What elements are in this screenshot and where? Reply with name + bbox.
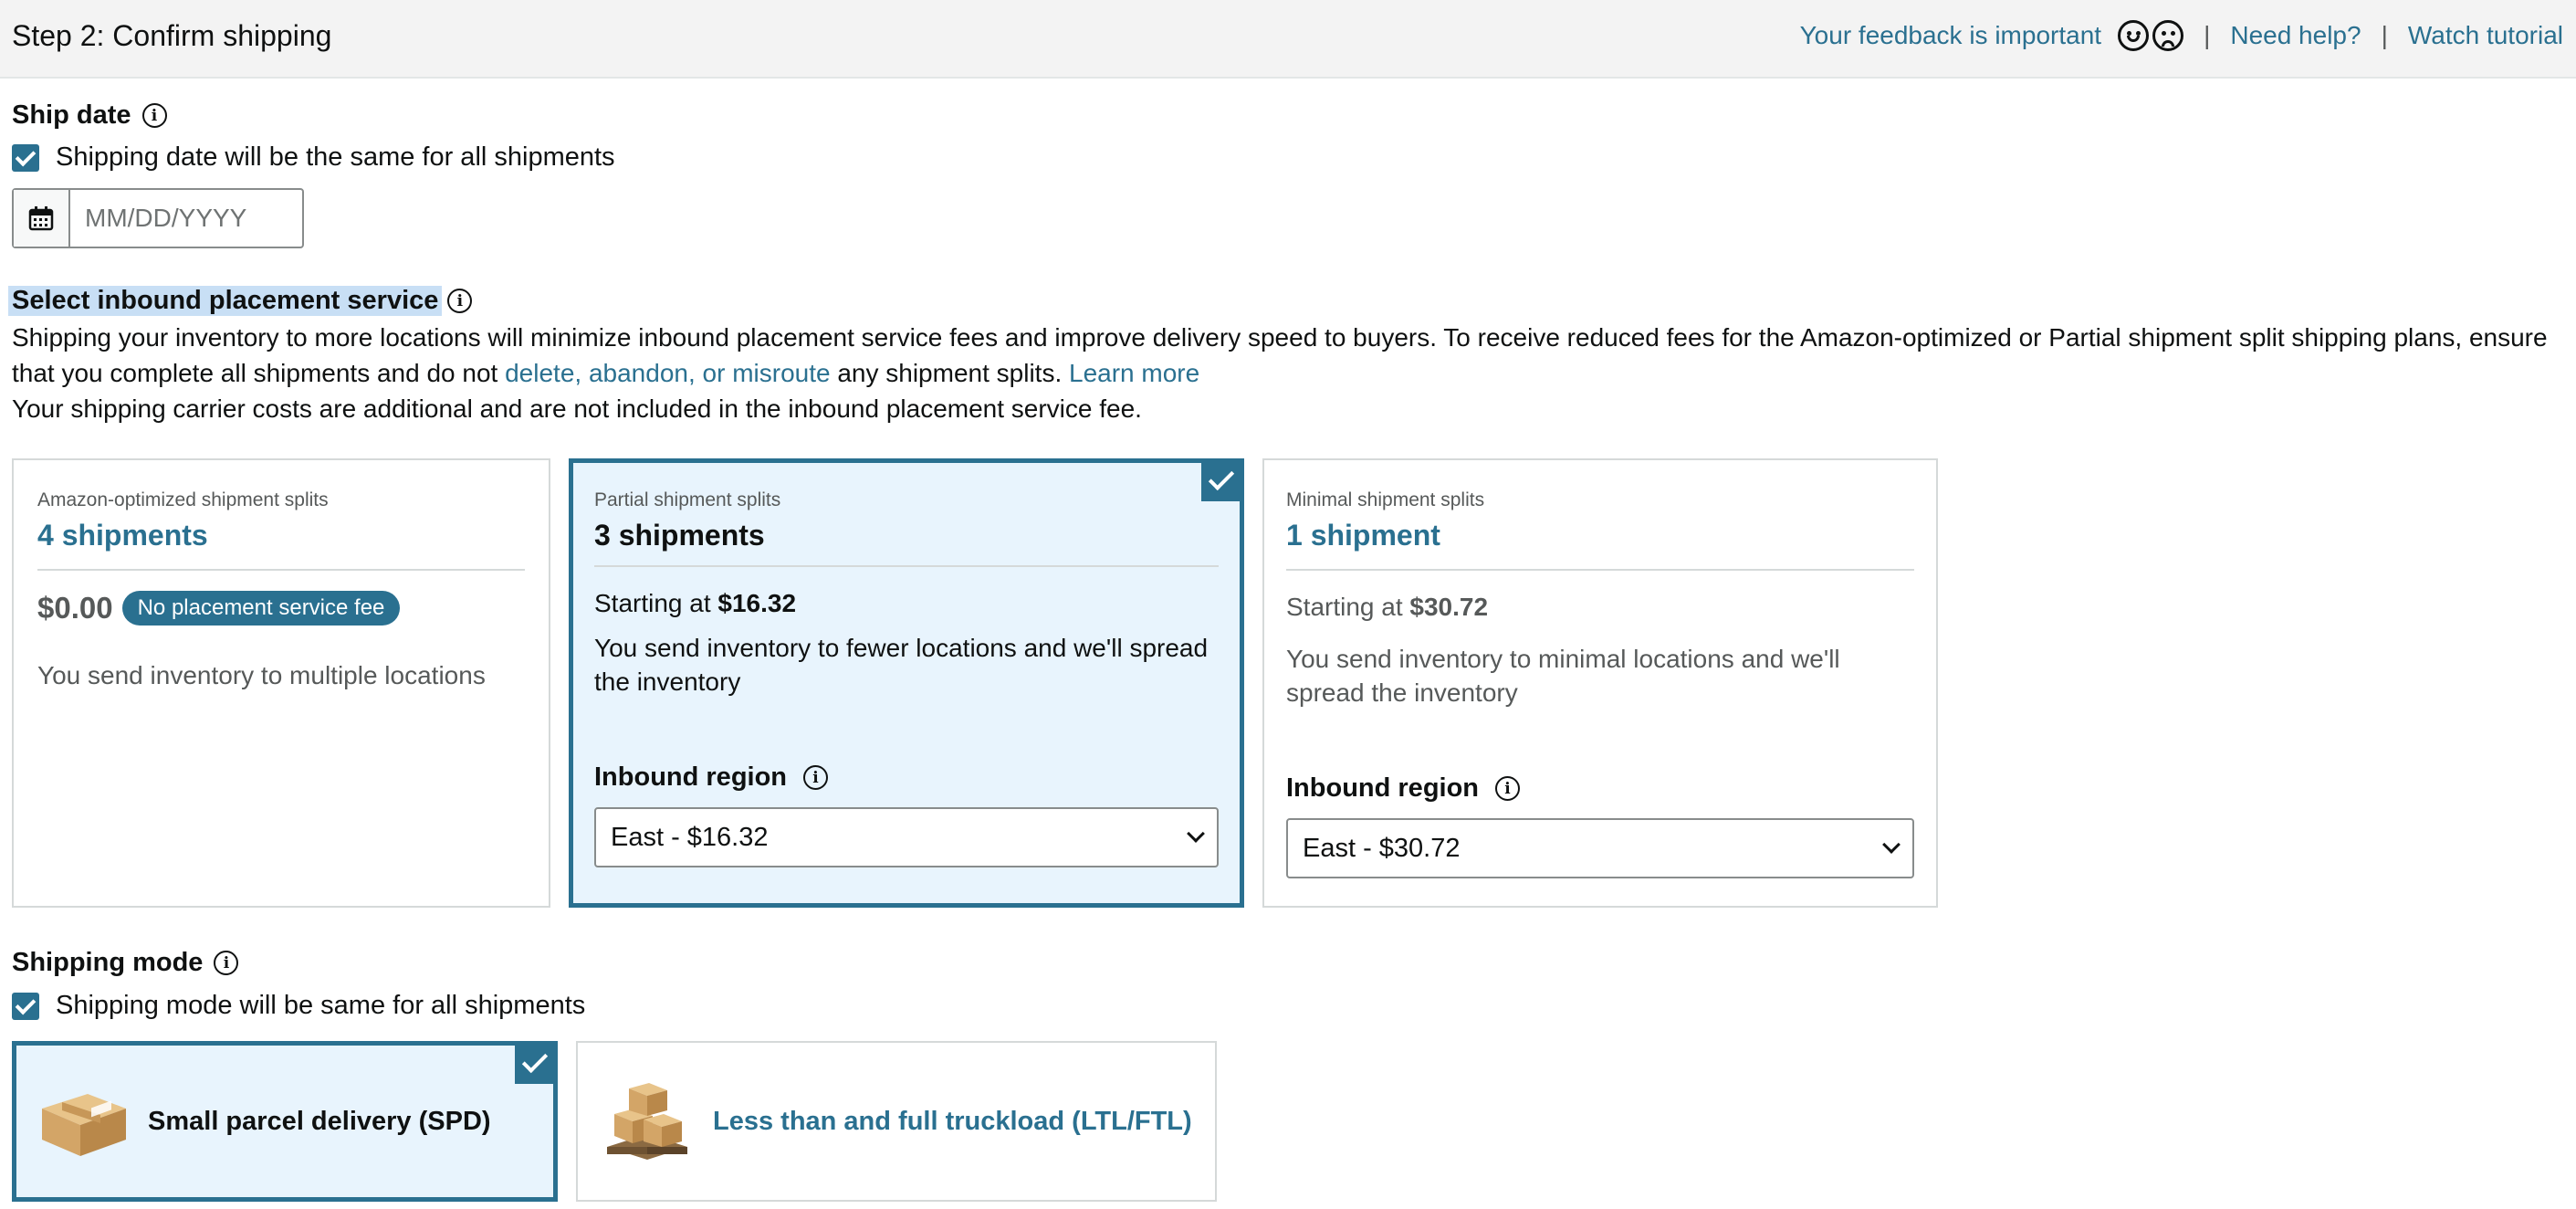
mode-card-ltl-ftl[interactable]: Less than and full truckload (LTL/FTL) xyxy=(576,1041,1217,1202)
inbound-region-heading: Inbound region i xyxy=(1286,773,1914,804)
card-shipment-count: 3 shipments xyxy=(594,519,1219,567)
card-description: You send inventory to multiple locations xyxy=(37,661,486,689)
card-subtitle: Minimal shipment splits xyxy=(1286,489,1485,510)
shipping-mode-label: Shipping mode xyxy=(12,948,204,977)
ship-date-heading: Ship date i xyxy=(12,100,167,131)
pallet-icon xyxy=(602,1074,693,1170)
card-shipment-count: 4 shipments xyxy=(37,519,525,571)
card-description: You send inventory to minimal locations … xyxy=(1286,645,1840,707)
checkbox-checked[interactable] xyxy=(12,143,39,172)
placement-card-partial[interactable]: Partial shipment splits 3 shipments Star… xyxy=(569,458,1244,908)
feedback-link[interactable]: Your feedback is important xyxy=(1800,21,2102,50)
spd-label: Small parcel delivery (SPD) xyxy=(148,1106,491,1136)
header-separator: | xyxy=(2381,21,2388,49)
inbound-region-label: Inbound region xyxy=(1286,773,1480,803)
misroute-link[interactable]: delete, abandon, or misroute xyxy=(505,359,830,387)
card-shipment-count: 1 shipment xyxy=(1286,519,1914,571)
same-mode-checkbox-row[interactable]: Shipping mode will be same for all shipm… xyxy=(12,991,585,1021)
same-mode-label: Shipping mode will be same for all shipm… xyxy=(56,991,586,1020)
mode-card-spd[interactable]: Small parcel delivery (SPD) xyxy=(12,1041,558,1202)
inbound-region-value: East - $30.72 xyxy=(1303,833,1461,863)
card-price-row: Starting at $30.72 xyxy=(1286,593,1914,622)
inbound-region-label: Inbound region xyxy=(594,762,788,792)
same-ship-date-label: Shipping date will be the same for all s… xyxy=(56,142,615,172)
header-links: Your feedback is important | Need help? … xyxy=(1800,20,2563,51)
card-price: $30.72 xyxy=(1409,593,1489,621)
info-icon[interactable]: i xyxy=(803,765,829,790)
starting-at-label: Starting at xyxy=(1286,593,1410,621)
placement-label: Select inbound placement service xyxy=(8,286,443,316)
placement-card-amazon-optimized[interactable]: Amazon-optimized shipment splits 4 shipm… xyxy=(12,458,550,908)
shipping-mode-heading: Shipping mode i xyxy=(12,948,239,978)
page-header: Step 2: Confirm shipping Your feedback i… xyxy=(0,0,2576,79)
info-icon[interactable]: i xyxy=(214,951,239,975)
page-title: Step 2: Confirm shipping xyxy=(12,19,332,52)
placement-card-minimal[interactable]: Minimal shipment splits 1 shipment Start… xyxy=(1262,458,1938,908)
watch-tutorial-link[interactable]: Watch tutorial xyxy=(2408,21,2563,50)
no-fee-badge: No placement service fee xyxy=(121,591,401,626)
desc-text: any shipment splits. xyxy=(830,359,1070,387)
card-price: $16.32 xyxy=(717,589,797,617)
info-icon[interactable]: i xyxy=(447,289,473,313)
need-help-link[interactable]: Need help? xyxy=(2230,21,2361,50)
card-price: $0.00 xyxy=(37,591,113,625)
checkbox-checked[interactable] xyxy=(12,992,39,1020)
ship-date-field[interactable] xyxy=(12,188,304,248)
ship-date-input[interactable] xyxy=(70,190,298,247)
card-price-row: Starting at $16.32 xyxy=(594,589,1219,618)
starting-at-label: Starting at xyxy=(594,589,718,617)
box-icon xyxy=(35,1078,130,1166)
chevron-down-icon xyxy=(1882,836,1901,854)
desc-text: Shipping your inventory to more location… xyxy=(12,323,2548,387)
placement-heading: Select inbound placement service i xyxy=(8,286,473,316)
inbound-region-value: East - $16.32 xyxy=(611,822,769,852)
same-ship-date-checkbox-row[interactable]: Shipping date will be the same for all s… xyxy=(12,142,615,173)
frown-icon[interactable] xyxy=(2152,20,2184,51)
ship-date-label: Ship date xyxy=(12,100,131,130)
card-subtitle: Partial shipment splits xyxy=(594,489,781,510)
checkmark-icon xyxy=(1201,461,1241,501)
inbound-region-select[interactable]: East - $16.32 xyxy=(594,807,1219,867)
header-separator: | xyxy=(2204,21,2211,49)
calendar-icon[interactable] xyxy=(14,190,70,247)
ltl-ftl-label: Less than and full truckload (LTL/FTL) xyxy=(713,1106,1192,1136)
info-icon[interactable]: i xyxy=(1495,776,1521,801)
card-description: You send inventory to fewer locations an… xyxy=(594,634,1209,696)
carrier-cost-note: Your shipping carrier costs are addition… xyxy=(12,394,1142,423)
info-icon[interactable]: i xyxy=(141,103,167,128)
smile-icon[interactable] xyxy=(2118,20,2150,51)
inbound-region-heading: Inbound region i xyxy=(594,762,1219,793)
learn-more-link[interactable]: Learn more xyxy=(1069,359,1199,387)
chevron-down-icon xyxy=(1187,825,1205,843)
placement-description: Shipping your inventory to more location… xyxy=(12,320,2559,426)
card-subtitle: Amazon-optimized shipment splits xyxy=(37,489,329,510)
checkmark-icon xyxy=(515,1044,555,1084)
card-price-row: $0.00 No placement service fee xyxy=(37,591,525,626)
inbound-region-select[interactable]: East - $30.72 xyxy=(1286,818,1914,878)
